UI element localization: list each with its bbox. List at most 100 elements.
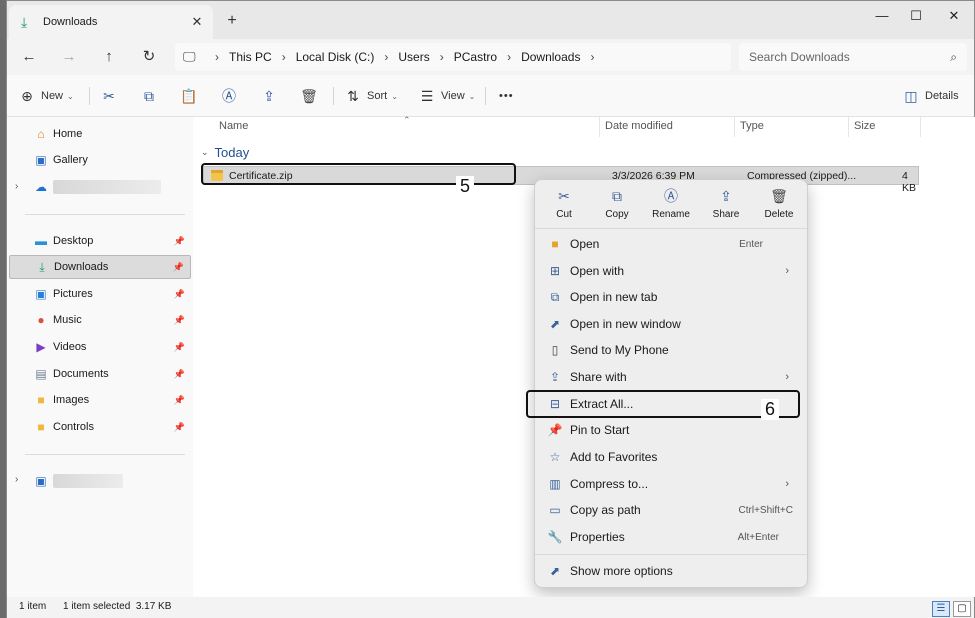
sort-button[interactable]: ⇅ Sort ⌄ (343, 84, 398, 108)
column-header-date[interactable]: Date modified (605, 120, 673, 132)
scissors-icon: ✂ (103, 87, 115, 104)
file-explorer-window: ⤓ Downloads ✕ + — ☐ ✕ ← → ↑ ↻ 🖵 › This P… (6, 0, 975, 618)
quick-action-label: Cut (556, 209, 572, 220)
sidebar-item-videos[interactable]: ▶ Videos 📌 (9, 335, 191, 359)
sidebar-item-controls[interactable]: ■ Controls 📌 (9, 415, 191, 439)
menu-item-share-with[interactable]: ⇪ Share with › (539, 364, 803, 390)
sidebar-item-images[interactable]: ■ Images 📌 (9, 388, 191, 412)
breadcrumb-pcastro[interactable]: PCastro (454, 50, 497, 64)
star-icon: ☆ (549, 450, 561, 464)
cut-button[interactable]: ✂ (99, 84, 119, 108)
search-input[interactable] (749, 49, 929, 65)
details-label: Details (925, 90, 959, 102)
sidebar-item-music[interactable]: ● Music 📌 (9, 308, 191, 332)
breadcrumb-local-disk[interactable]: Local Disk (C:) (296, 50, 375, 64)
sidebar-item-gallery[interactable]: ▣ Gallery (9, 148, 191, 172)
chevron-right-icon[interactable]: › (440, 50, 444, 64)
column-separator[interactable] (920, 117, 921, 137)
breadcrumb-users[interactable]: Users (398, 50, 429, 64)
delete-quick-action[interactable]: 🗑 Delete (753, 186, 805, 228)
up-button[interactable]: ↑ (95, 45, 123, 69)
chevron-right-icon[interactable]: › (590, 50, 594, 64)
column-separator[interactable] (734, 117, 735, 137)
tiles-view-icon[interactable]: ▢ (953, 601, 971, 617)
maximize-button[interactable]: ☐ (899, 5, 933, 27)
sidebar-item-pictures[interactable]: ▣ Pictures 📌 (9, 282, 191, 306)
share-button[interactable]: ⇪ (259, 84, 279, 108)
menu-item-copy-as-path[interactable]: ▭ Copy as path Ctrl+Shift+C (539, 497, 803, 523)
close-window-button[interactable]: ✕ (937, 5, 971, 27)
sidebar-item-label: Videos (53, 341, 87, 353)
refresh-button[interactable]: ↻ (135, 45, 163, 69)
sort-icon: ⇅ (347, 87, 359, 104)
list-view-icon: ☰ (420, 87, 434, 104)
shortcut-label: Ctrl+Shift+C (738, 504, 793, 516)
sidebar-item-desktop[interactable]: ▬ Desktop 📌 (9, 229, 191, 253)
menu-item-open-with[interactable]: ⊞ Open with › (539, 258, 803, 284)
copy-button[interactable]: ⧉ (139, 84, 159, 108)
more-options-button[interactable]: ••• (495, 84, 514, 108)
forward-button[interactable]: → (55, 45, 83, 69)
menu-item-send-to-phone[interactable]: ▯ Send to My Phone (539, 337, 803, 363)
tab-close-icon[interactable]: ✕ (189, 14, 205, 30)
menu-item-show-more-options[interactable]: ⬈ Show more options (539, 558, 803, 584)
rename-button[interactable]: Ⓐ (219, 84, 239, 108)
menu-item-label: Add to Favorites (570, 450, 658, 464)
chevron-right-icon[interactable]: › (215, 50, 219, 64)
cut-quick-action[interactable]: ✂ Cut (538, 186, 590, 228)
chevron-right-icon[interactable]: › (282, 50, 286, 64)
breadcrumb-this-pc[interactable]: This PC (229, 50, 272, 64)
column-separator[interactable] (848, 117, 849, 137)
share-quick-action[interactable]: ⇪ Share (700, 186, 752, 228)
menu-item-properties[interactable]: 🔧 Properties Alt+Enter (539, 524, 803, 550)
search-box[interactable]: ⌕ (739, 43, 967, 71)
search-icon[interactable]: ⌕ (950, 50, 957, 65)
sort-label: Sort (367, 90, 388, 102)
minimize-button[interactable]: — (865, 5, 899, 27)
view-button[interactable]: ☰ View ⌄ (417, 84, 476, 108)
chevron-right-icon[interactable]: › (507, 50, 511, 64)
menu-item-add-to-favorites[interactable]: ☆ Add to Favorites (539, 444, 803, 470)
menu-item-label: Open in new tab (570, 290, 658, 304)
new-button[interactable]: ⊕ New ⌄ (17, 84, 74, 108)
menu-item-open[interactable]: ■ Open Enter (539, 231, 803, 257)
delete-button[interactable]: 🗑 (299, 84, 319, 108)
pin-icon: 📌 (173, 394, 185, 405)
redacted-label (53, 180, 161, 194)
copy-quick-action[interactable]: ⧉ Copy (591, 186, 643, 228)
details-pane-button[interactable]: ◫ Details (901, 84, 959, 108)
scissors-icon: ✂ (558, 188, 570, 204)
menu-item-compress-to[interactable]: ▥ Compress to... › (539, 471, 803, 497)
tab-downloads[interactable]: ⤓ Downloads ✕ (9, 5, 213, 39)
group-header-today[interactable]: ⌄ Today (201, 145, 249, 160)
sidebar-item-documents[interactable]: ▤ Documents 📌 (9, 362, 191, 386)
nav-divider (25, 454, 185, 455)
toolbar-divider (333, 87, 334, 105)
rename-quick-action[interactable]: Ⓐ Rename (645, 186, 697, 228)
rename-icon: Ⓐ (222, 88, 236, 104)
chevron-right-icon: › (785, 265, 789, 277)
column-header-size[interactable]: Size (854, 120, 875, 132)
more-options-icon: ⬈ (549, 564, 561, 578)
new-tab-button[interactable]: + (223, 13, 241, 31)
command-bar: ⊕ New ⌄ ✂ ⧉ 📋 Ⓐ ⇪ 🗑 ⇅ Sort ⌄ ☰ View ⌄ ••… (7, 75, 974, 117)
menu-item-label: Share with (570, 370, 627, 384)
back-button[interactable]: ← (15, 45, 43, 69)
menu-item-open-new-tab[interactable]: ⧉ Open in new tab (539, 284, 803, 310)
sidebar-item-downloads[interactable]: ⤓ Downloads 📌 (9, 255, 191, 279)
breadcrumb-downloads[interactable]: Downloads (521, 50, 580, 64)
sidebar-item-home[interactable]: ⌂ Home (9, 122, 191, 146)
column-header-name[interactable]: Name (219, 120, 248, 132)
chevron-right-icon[interactable]: › (384, 50, 388, 64)
breadcrumb[interactable]: 🖵 › This PC › Local Disk (C:) › Users › … (175, 43, 731, 71)
details-view-icon[interactable]: ☰ (932, 601, 950, 617)
menu-item-open-new-window[interactable]: ⬈ Open in new window (539, 311, 803, 337)
paste-button[interactable]: 📋 (179, 84, 199, 108)
menu-item-pin-to-start[interactable]: 📌 Pin to Start (539, 417, 803, 443)
sidebar-item-onedrive[interactable]: ☁ (9, 175, 191, 199)
column-separator[interactable] (599, 117, 600, 137)
copy-icon: ⧉ (612, 188, 622, 204)
column-header-type[interactable]: Type (740, 120, 764, 132)
sidebar-item-this-pc[interactable]: ▣ (9, 469, 191, 493)
menu-divider (535, 554, 807, 555)
